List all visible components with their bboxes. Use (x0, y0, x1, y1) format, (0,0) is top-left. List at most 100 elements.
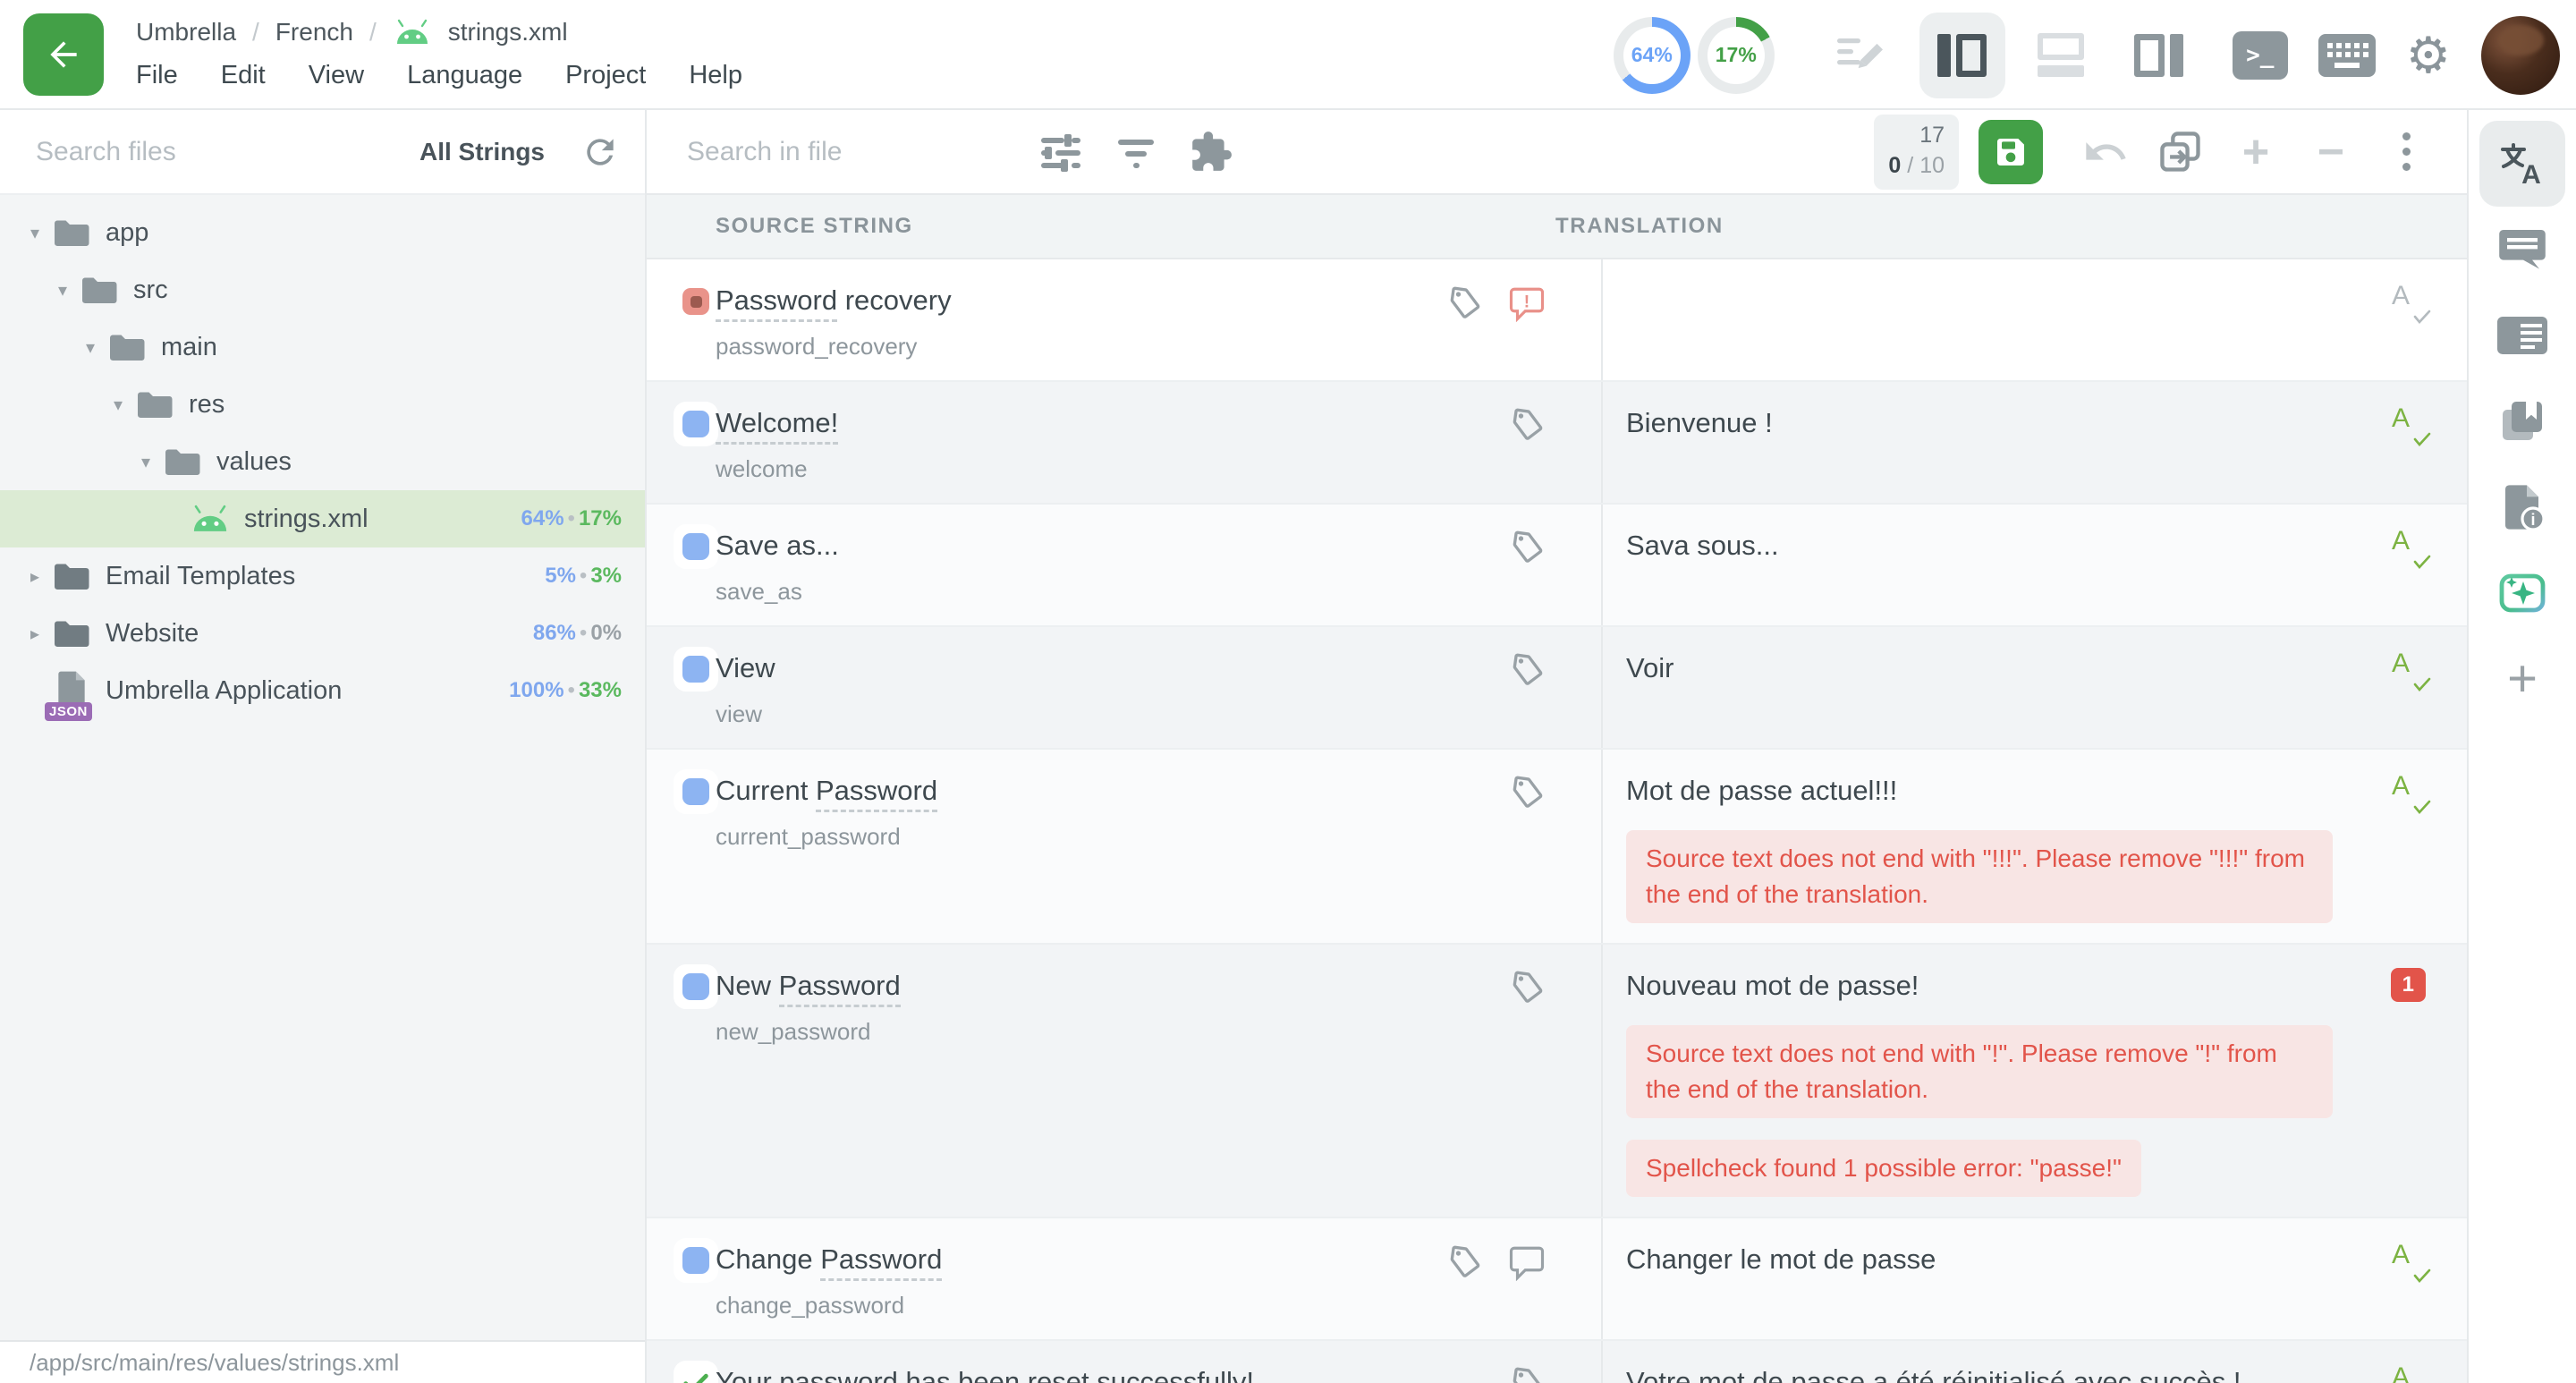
filter-settings-icon[interactable] (1038, 129, 1084, 175)
spellcheck-review-icon[interactable]: A (2392, 405, 2431, 446)
source-meta-icons[interactable] (1510, 970, 1546, 1005)
source-meta-icons[interactable] (1510, 407, 1546, 443)
strings-scope-dropdown[interactable]: All Strings (419, 138, 545, 166)
breadcrumb-project[interactable]: Umbrella (136, 18, 236, 47)
menu-project[interactable]: Project (565, 61, 646, 90)
filter-icon[interactable] (1113, 129, 1159, 175)
file-info-panel-icon[interactable]: i (2479, 464, 2565, 550)
tree-item-values[interactable]: ▾ values (0, 433, 645, 490)
search-files-input[interactable] (36, 137, 419, 167)
undo-icon[interactable] (2080, 127, 2131, 177)
menu-edit[interactable]: Edit (221, 61, 266, 90)
string-row-save_as[interactable]: Save as... save_as Sava sous... A (647, 505, 2467, 627)
breadcrumb-language[interactable]: French (275, 18, 353, 47)
menu-view[interactable]: View (309, 61, 364, 90)
translation-cell[interactable]: Mot de passe actuel!!! Source text does … (1601, 750, 2467, 943)
tree-item-res[interactable]: ▾ res (0, 376, 645, 433)
layout-right-button[interactable] (2116, 13, 2202, 98)
user-avatar[interactable] (2481, 16, 2560, 95)
source-cell[interactable]: Change Password change_password (716, 1218, 1601, 1339)
approved-progress-ring[interactable]: 17% (1698, 17, 1775, 94)
minus-icon[interactable]: − (2306, 127, 2356, 177)
add-panel-icon[interactable]: + (2479, 636, 2565, 722)
tree-item-website[interactable]: ▸ Website86%•0% (0, 605, 645, 662)
source-meta-icons[interactable] (1447, 1243, 1546, 1281)
source-meta-icons[interactable] (1510, 775, 1546, 810)
spellcheck-review-icon[interactable]: A (2392, 773, 2431, 814)
translation-cell[interactable]: Votre mot de passe a été réinitialisé av… (1601, 1341, 2467, 1383)
string-row-new_password[interactable]: New Password new_password Nouveau mot de… (647, 945, 2467, 1218)
tree-expand-icon[interactable]: ▾ (132, 451, 159, 473)
string-row-current_password[interactable]: Current Password current_password Mot de… (647, 750, 2467, 945)
plugin-icon[interactable] (1188, 129, 1234, 175)
menu-file[interactable]: File (136, 61, 178, 90)
spellcheck-review-icon[interactable]: A (2392, 650, 2431, 692)
tree-item-main[interactable]: ▾ main (0, 318, 645, 376)
source-cell[interactable]: View view (716, 627, 1601, 748)
ai-panel-icon[interactable] (2479, 550, 2565, 636)
tree-item-umbrella-application[interactable]: JSON Umbrella Application100%•33% (0, 662, 645, 719)
translate-panel-icon[interactable]: A (2479, 121, 2565, 207)
tree-expand-icon[interactable]: ▾ (105, 394, 131, 416)
search-in-file-input[interactable] (687, 137, 1009, 167)
string-row-password_reset_success[interactable]: Your password has been reset successfull… (647, 1341, 2467, 1383)
translation-cell[interactable]: Nouveau mot de passe! Source text does n… (1601, 945, 2467, 1217)
back-button[interactable] (23, 13, 104, 96)
translation-cell[interactable]: Bienvenue ! A (1601, 382, 2467, 503)
source-cell[interactable]: Save as... save_as (716, 505, 1601, 625)
terminal-icon[interactable]: >_ (2233, 31, 2288, 80)
top-bar: Umbrella / French / strings.xml FileEdit… (0, 0, 2576, 110)
refresh-icon[interactable] (580, 132, 620, 172)
string-row-welcome[interactable]: Welcome! welcome Bienvenue ! A (647, 382, 2467, 505)
context-panel-icon[interactable] (2479, 293, 2565, 378)
source-cell[interactable]: Welcome! welcome (716, 382, 1601, 503)
spellcheck-review-icon[interactable]: A (2392, 1364, 2431, 1383)
keyboard-icon[interactable] (2318, 34, 2376, 77)
source-meta-icons[interactable] (1510, 652, 1546, 688)
translation-cell[interactable]: Voir A (1601, 627, 2467, 748)
source-key: view (716, 700, 1601, 728)
menu-language[interactable]: Language (407, 61, 522, 90)
tree-item-src[interactable]: ▾ src (0, 261, 645, 318)
source-cell[interactable]: Your password has been reset successfull… (716, 1341, 1601, 1383)
tm-panel-icon[interactable] (2479, 378, 2565, 464)
breadcrumb-file[interactable]: strings.xml (448, 18, 568, 47)
comments-panel-icon[interactable] (2479, 207, 2565, 293)
source-meta-icons[interactable] (1510, 530, 1546, 565)
duplicate-icon[interactable] (2156, 127, 2206, 177)
string-row-change_password[interactable]: Change Password change_password Changer … (647, 1218, 2467, 1341)
spellcheck-review-icon[interactable]: A (2392, 528, 2431, 569)
spellcheck-review-icon[interactable]: A (2392, 283, 2431, 324)
layout-side-by-side-button[interactable] (1919, 13, 2005, 98)
source-cell[interactable]: Password recovery password_recovery ! (716, 259, 1601, 380)
gear-icon[interactable]: ⚙ (2406, 30, 2451, 81)
string-row-view[interactable]: View view Voir A (647, 627, 2467, 750)
kebab-menu-icon[interactable] (2381, 127, 2431, 177)
source-cell[interactable]: Current Password current_password (716, 750, 1601, 943)
translation-cell[interactable]: Changer le mot de passe A (1601, 1218, 2467, 1339)
source-cell[interactable]: New Password new_password (716, 945, 1601, 1217)
string-row-password_recovery[interactable]: Password recovery password_recovery ! A (647, 259, 2467, 382)
issue-count-badge[interactable]: 1 (2391, 968, 2426, 1002)
tree-item-email-templates[interactable]: ▸ Email Templates5%•3% (0, 547, 645, 605)
draft-edit-icon[interactable] (1835, 31, 1884, 80)
tree-expand-icon[interactable]: ▾ (77, 336, 104, 359)
source-key: new_password (716, 1018, 1601, 1046)
tree-expand-icon[interactable]: ▸ (21, 565, 48, 588)
source-meta-icons[interactable]: ! (1447, 284, 1546, 322)
layout-top-bottom-button[interactable] (2018, 13, 2104, 98)
spellcheck-review-icon[interactable]: A (2392, 1242, 2431, 1283)
plus-icon[interactable]: + (2231, 127, 2281, 177)
tree-item-label: strings.xml (244, 505, 369, 534)
tree-item-strings-xml[interactable]: strings.xml64%•17% (0, 490, 645, 547)
translation-cell[interactable]: Sava sous... A (1601, 505, 2467, 625)
tree-expand-icon[interactable]: ▾ (49, 279, 76, 301)
translated-progress-ring[interactable]: 64% (1614, 17, 1690, 94)
tree-expand-icon[interactable]: ▾ (21, 222, 48, 244)
tree-expand-icon[interactable]: ▸ (21, 623, 48, 645)
tree-item-app[interactable]: ▾ app (0, 204, 645, 261)
menu-help[interactable]: Help (689, 61, 742, 90)
source-meta-icons[interactable] (1510, 1366, 1546, 1383)
save-button[interactable] (1979, 120, 2043, 184)
translation-cell[interactable]: A (1601, 259, 2467, 380)
